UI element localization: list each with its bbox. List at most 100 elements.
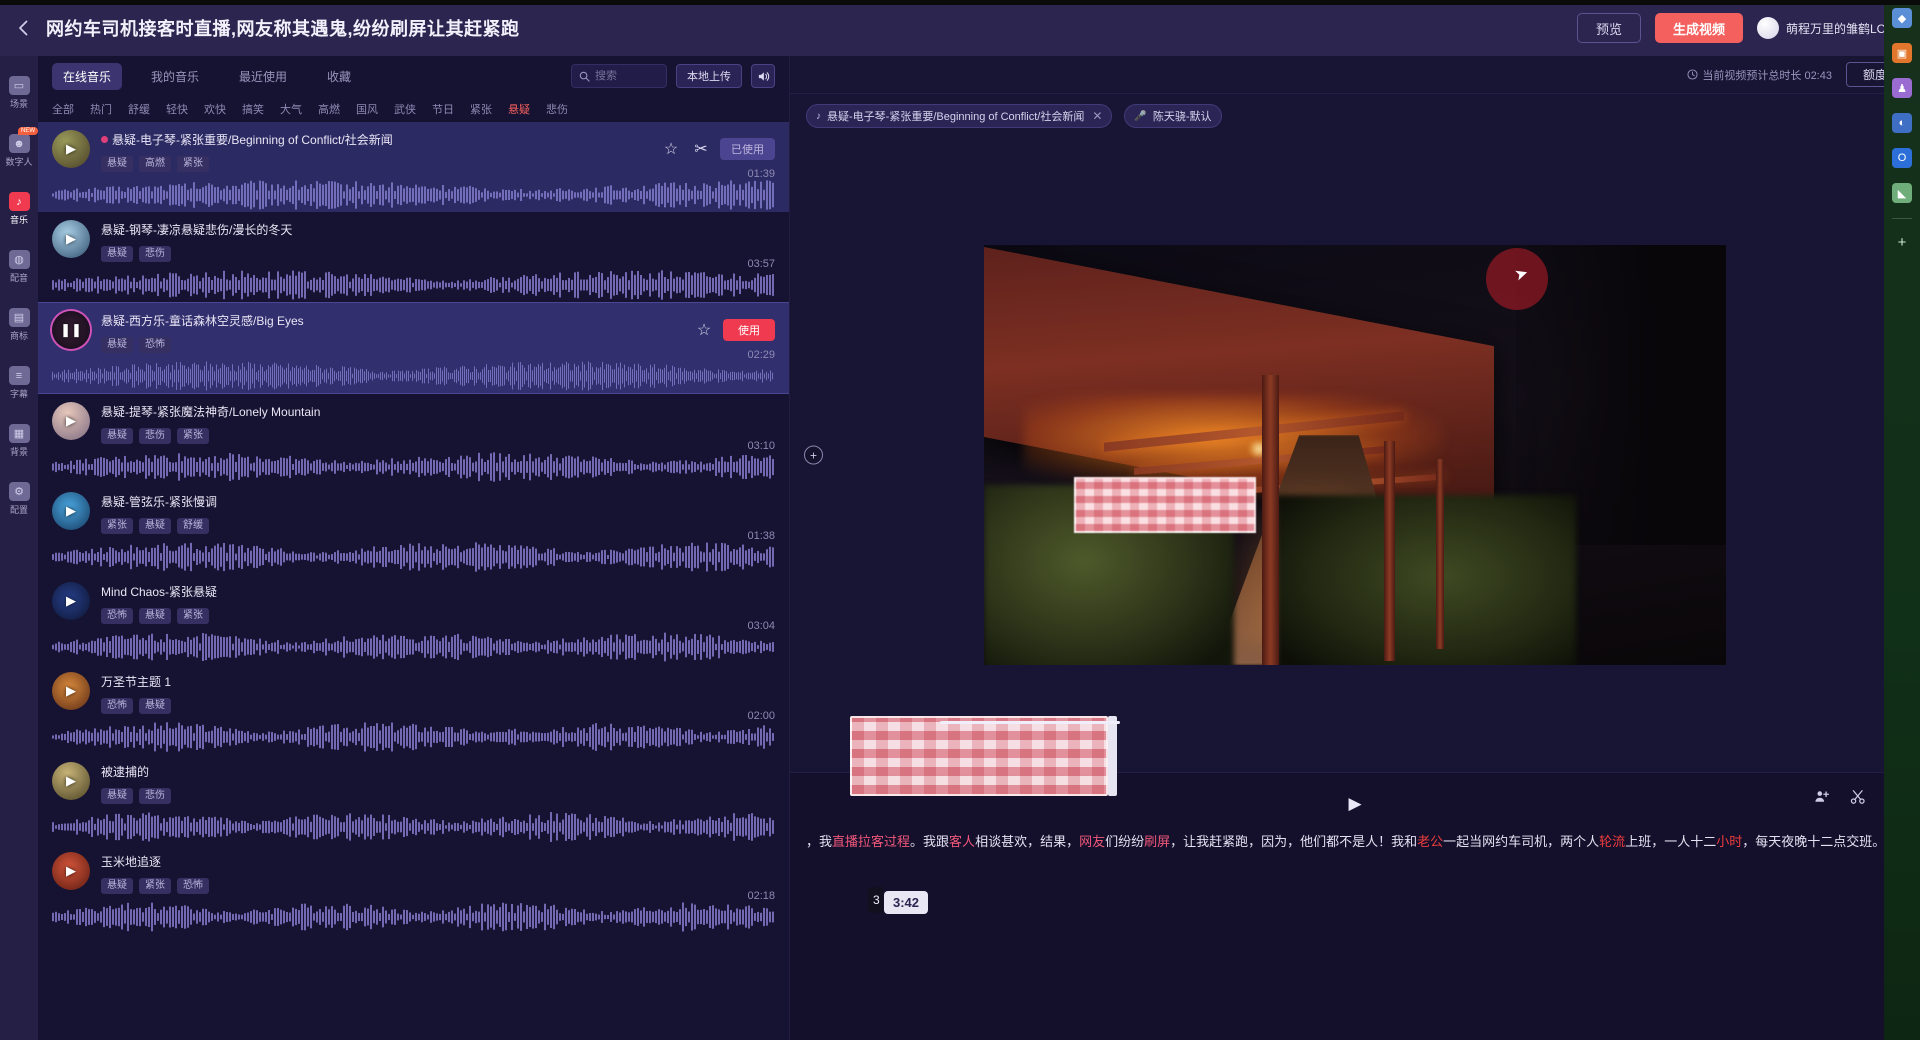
- search-input[interactable]: [595, 70, 659, 82]
- category-搞笑[interactable]: 搞笑: [242, 101, 264, 117]
- track-tag[interactable]: 悬疑: [101, 246, 133, 262]
- track-row[interactable]: ▶ 万圣节主题 1 恐怖 悬疑 02:00: [38, 664, 789, 754]
- asset-chip[interactable]: ♪ 悬疑-电子琴-紧张重要/Beginning of Conflict/社会新闻 ✕: [806, 104, 1113, 128]
- local-upload-button[interactable]: 本地上传: [676, 64, 742, 88]
- clip-trim-handle[interactable]: [1108, 716, 1117, 796]
- track-tag[interactable]: 紧张: [177, 608, 209, 624]
- play-icon[interactable]: ▶: [66, 593, 76, 609]
- category-紧张[interactable]: 紧张: [470, 101, 492, 117]
- track-tag[interactable]: 悬疑: [139, 698, 171, 714]
- search-box[interactable]: [571, 64, 667, 88]
- preview-button[interactable]: 预览: [1576, 13, 1641, 43]
- track-tag[interactable]: 紧张: [177, 156, 209, 172]
- volume-icon[interactable]: [751, 64, 775, 88]
- category-节日[interactable]: 节日: [432, 101, 454, 117]
- track-cover[interactable]: ▶: [52, 402, 90, 440]
- waveform[interactable]: [52, 268, 774, 302]
- category-大气[interactable]: 大气: [280, 101, 302, 117]
- scissors-icon[interactable]: [1850, 789, 1866, 805]
- track-cover[interactable]: ▶: [52, 672, 90, 710]
- track-tag[interactable]: 悬疑: [101, 428, 133, 444]
- category-欢快[interactable]: 欢快: [204, 101, 226, 117]
- waveform[interactable]: [52, 178, 774, 212]
- track-cover[interactable]: ▶: [52, 852, 90, 890]
- category-悬疑[interactable]: 悬疑: [508, 101, 530, 117]
- asset-chip[interactable]: 🎤 陈天骁-默认: [1124, 104, 1222, 128]
- used-button[interactable]: 已使用: [720, 138, 775, 160]
- outlook-icon[interactable]: O: [1892, 148, 1912, 168]
- track-tag[interactable]: 舒缓: [177, 518, 209, 534]
- person-add-icon[interactable]: [1814, 789, 1830, 805]
- play-icon[interactable]: ▶: [66, 773, 76, 789]
- plus-icon[interactable]: +: [1898, 234, 1907, 251]
- track-tag[interactable]: 悲伤: [139, 428, 171, 444]
- track-tag[interactable]: 恐怖: [101, 698, 133, 714]
- waveform[interactable]: [52, 540, 774, 574]
- track-cover[interactable]: ▶: [52, 220, 90, 258]
- category-高燃[interactable]: 高燃: [318, 101, 340, 117]
- shield-icon[interactable]: ◆: [1892, 8, 1912, 28]
- tab-收藏[interactable]: 收藏: [316, 63, 362, 90]
- play-icon[interactable]: ▶: [1348, 794, 1361, 814]
- tab-我的音乐[interactable]: 我的音乐: [140, 63, 210, 90]
- favorite-star-icon[interactable]: ☆: [660, 138, 682, 160]
- rail-item-商标[interactable]: ▤ 商标: [0, 306, 38, 344]
- waveform[interactable]: [52, 450, 774, 484]
- video-preview[interactable]: ➤: [984, 245, 1726, 665]
- track-row[interactable]: ▶ 被逮捕的 悬疑 悲伤: [38, 754, 789, 844]
- rail-item-配音[interactable]: ◍ 配音: [0, 248, 38, 286]
- play-icon[interactable]: ▶: [66, 413, 76, 429]
- category-武侠[interactable]: 武侠: [394, 101, 416, 117]
- rail-item-场景[interactable]: ▭ 场景: [0, 74, 38, 112]
- transcript-text[interactable]: ，我直播拉客过程。我跟客人相谈甚欢，结果，网友们纷纷刷屏，让我赶紧跑，因为，他们…: [806, 829, 1904, 855]
- waveform[interactable]: [52, 359, 774, 393]
- flag-icon[interactable]: ◣: [1892, 183, 1912, 203]
- track-row[interactable]: ▶ 悬疑-钢琴-凄凉悬疑悲伤/漫长的冬天 悬疑 悲伤 03:57: [38, 212, 789, 302]
- play-icon[interactable]: ▶: [66, 503, 76, 519]
- category-轻快[interactable]: 轻快: [166, 101, 188, 117]
- track-tag[interactable]: 悬疑: [139, 608, 171, 624]
- track-cover[interactable]: ❚❚: [52, 311, 90, 349]
- rail-item-音乐[interactable]: ♪ 音乐: [0, 190, 38, 228]
- pause-icon[interactable]: ❚❚: [60, 322, 82, 338]
- track-row[interactable]: ▶ Mind Chaos-紧张悬疑 恐怖 悬疑 紧张 03:04: [38, 574, 789, 664]
- track-row[interactable]: ❚❚ 悬疑-西方乐-童话森林空灵感/Big Eyes 悬疑 恐怖 ☆ 使用 02:29: [38, 302, 789, 394]
- track-cover[interactable]: ▶: [52, 762, 90, 800]
- track-tag[interactable]: 恐怖: [101, 608, 133, 624]
- play-icon[interactable]: ▶: [66, 863, 76, 879]
- category-全部[interactable]: 全部: [52, 101, 74, 117]
- scissors-icon[interactable]: ✂: [690, 138, 712, 160]
- play-icon[interactable]: ▶: [66, 683, 76, 699]
- add-scene-left-button[interactable]: +: [804, 445, 823, 465]
- track-tag[interactable]: 悬疑: [101, 878, 133, 894]
- track-tag[interactable]: 悬疑: [101, 788, 133, 804]
- back-button[interactable]: [6, 11, 40, 45]
- track-row[interactable]: ▶ 悬疑-管弦乐-紧张慢调 紧张 悬疑 舒缓 01:38: [38, 484, 789, 574]
- waveform[interactable]: [52, 630, 774, 664]
- track-row[interactable]: ▶ 悬疑-提琴-紧张魔法神奇/Lonely Mountain 悬疑 悲伤 紧张 03:10: [38, 394, 789, 484]
- close-icon[interactable]: ✕: [1092, 109, 1102, 123]
- waveform[interactable]: [52, 720, 774, 754]
- track-cover[interactable]: ▶: [52, 582, 90, 620]
- track-tag[interactable]: 紧张: [101, 518, 133, 534]
- track-tag[interactable]: 悲伤: [139, 788, 171, 804]
- track-cover[interactable]: ▶: [52, 492, 90, 530]
- track-row[interactable]: ▶ 玉米地追逐 悬疑 紧张 恐怖 02:18: [38, 844, 789, 934]
- waveform[interactable]: [52, 900, 774, 934]
- tab-最近使用[interactable]: 最近使用: [228, 63, 298, 90]
- track-tag[interactable]: 紧张: [177, 428, 209, 444]
- play-icon[interactable]: ▶: [66, 231, 76, 247]
- track-tag[interactable]: 恐怖: [177, 878, 209, 894]
- track-tag[interactable]: 悬疑: [101, 337, 133, 353]
- play-icon[interactable]: ▶: [66, 141, 76, 157]
- generate-video-button[interactable]: 生成视频: [1654, 13, 1743, 43]
- track-tag[interactable]: 悬疑: [101, 156, 133, 172]
- tab-在线音乐[interactable]: 在线音乐: [52, 62, 123, 90]
- rail-item-数字人[interactable]: NEW ☻ 数字人: [0, 127, 38, 170]
- track-cover[interactable]: ▶: [52, 130, 90, 168]
- browser-icon[interactable]: ◐: [1892, 113, 1912, 133]
- user-menu[interactable]: 萌程万里的雏鹤LORZ: [1756, 17, 1902, 39]
- people-icon[interactable]: ♟: [1892, 78, 1912, 98]
- rail-item-背景[interactable]: ▦ 背景: [0, 422, 38, 460]
- favorite-star-icon[interactable]: ☆: [693, 319, 715, 341]
